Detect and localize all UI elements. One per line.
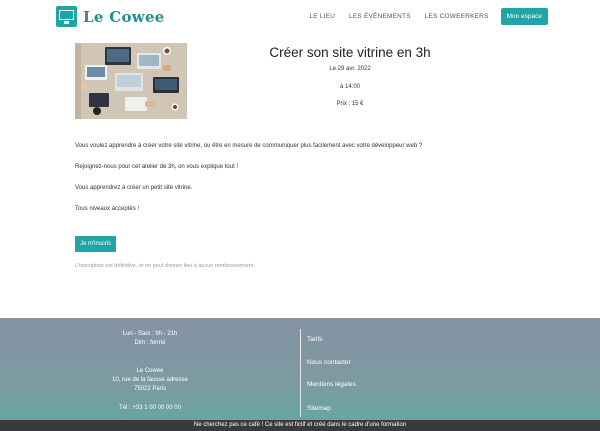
site-logo[interactable]: Le Cowee [56, 6, 165, 27]
event-title: Créer son site vitrine en 3h [269, 45, 431, 60]
address: Le Cowee 10, rue de la fausse adresse 75… [60, 367, 240, 394]
address-street: 10, rue de la fausse adresse [112, 377, 188, 383]
phone-number: Tél : +33 1 00 00 00 00 [119, 405, 181, 411]
event-price: Prix : 15 € [336, 101, 364, 107]
monitor-logo-icon [56, 6, 77, 27]
description-paragraph: Tous niveaux acceptés ! [75, 206, 140, 212]
logo-text: Le Cowee [83, 7, 165, 26]
site-header: Le Cowee LE LIEU LES ÉVÉNEMENTS LES COWE… [0, 0, 600, 33]
hours-weekdays: Lun - Sam : 9h - 21h [122, 331, 178, 337]
refund-note: L'inscription est définitive, et ne peut… [75, 263, 255, 269]
disclaimer-bar: Ne cherchez pas ce café ! Ce site est fi… [0, 420, 600, 431]
mon-espace-button[interactable]: Mon espace [500, 8, 548, 25]
footer-link-mentions[interactable]: Mentions légales [307, 381, 356, 388]
footer-link-sitemap[interactable]: Sitemap [307, 405, 331, 412]
description-paragraph: Vous apprendrez à créer un petit site vi… [75, 185, 193, 191]
event-page: Créer son site vitrine en 3h Le 29 avr. … [0, 33, 600, 318]
event-date: Le 29 avr. 2022 [329, 66, 371, 72]
footer-divider [300, 329, 301, 417]
event-photo [75, 43, 187, 119]
description-paragraph: Vous voulez apprendre à créer votre site… [75, 143, 423, 149]
main-nav: LE LIEU LES ÉVÉNEMENTS LES COWEERKERS Mo… [295, 8, 548, 25]
description-paragraph: Rejoignez-nous pour cet atelier de 3h, o… [75, 164, 239, 170]
nav-le-lieu[interactable]: LE LIEU [309, 13, 335, 20]
address-name: Le Cowee [136, 368, 164, 374]
address-city: 75022 Paris [133, 386, 167, 392]
nav-coweerkers[interactable]: LES COWEERKERS [425, 13, 489, 20]
event-time: à 14:00 [339, 84, 361, 90]
hours-sunday: Dim : fermé [134, 340, 166, 346]
footer-link-tarifs[interactable]: Tarifs [307, 336, 323, 343]
signup-button[interactable]: Je m'inscris [75, 236, 117, 252]
site-footer: Lun - Sam : 9h - 21h Dim : fermé Le Cowe… [0, 318, 600, 431]
footer-link-contact[interactable]: Nous contacter [307, 359, 351, 366]
nav-evenements[interactable]: LES ÉVÉNEMENTS [349, 13, 411, 20]
opening-hours: Lun - Sam : 9h - 21h Dim : fermé [60, 330, 240, 348]
